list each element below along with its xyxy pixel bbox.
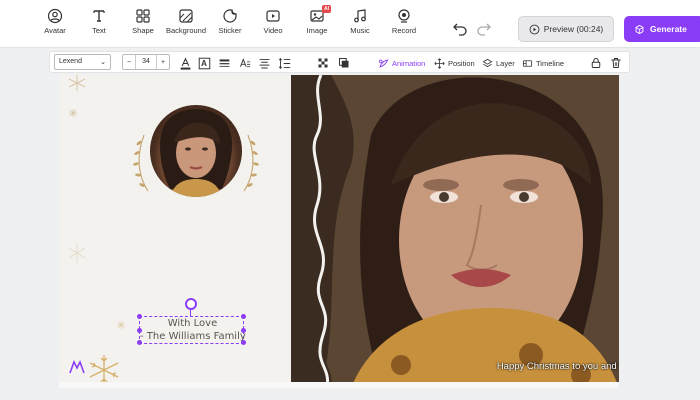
tool-shape-label: Shape xyxy=(132,26,154,35)
text-style-button[interactable]: A xyxy=(197,56,211,70)
format-toolbar: Lexend ⌄ − 34 + A Animation Position Lay… xyxy=(49,51,630,73)
text-effect-button[interactable] xyxy=(237,56,251,70)
subtitle-caption[interactable]: Happy Christmas to you and yours! xyxy=(493,361,619,372)
font-family-select[interactable]: Lexend ⌄ xyxy=(54,54,111,70)
generate-button[interactable]: Generate xyxy=(624,16,700,42)
lock-button[interactable] xyxy=(589,56,603,70)
text-color-button[interactable] xyxy=(178,56,192,70)
snowflake-faint-icon-2 xyxy=(117,321,125,329)
resize-handle-top-left[interactable] xyxy=(137,314,142,319)
timeline-button[interactable]: Timeline xyxy=(522,55,564,71)
laurel-right-icon xyxy=(243,134,259,192)
shape-icon xyxy=(136,9,150,23)
duplicate-icon xyxy=(339,58,349,68)
tool-video-label: Video xyxy=(263,26,283,35)
chevron-down-icon: ⌄ xyxy=(100,59,106,66)
timeline-icon xyxy=(522,59,533,67)
redo-icon[interactable] xyxy=(476,20,492,36)
font-family-value: Lexend xyxy=(59,58,82,65)
increase-size-button[interactable]: + xyxy=(157,59,169,66)
align-center-icon xyxy=(259,58,269,68)
text-style-letter: A xyxy=(201,58,207,68)
tool-sticker-label: Sticker xyxy=(218,26,242,35)
background-icon xyxy=(179,9,193,23)
snowflake-small-icon xyxy=(69,109,77,117)
font-size-stepper: − 34 + xyxy=(122,54,170,70)
delete-button[interactable] xyxy=(609,56,623,70)
move-icon xyxy=(434,57,445,69)
portrait-face-illustration xyxy=(160,109,233,197)
layer-label: Layer xyxy=(496,58,515,68)
position-label: Position xyxy=(448,58,475,68)
timeline-label: Timeline xyxy=(536,58,565,68)
text-line-with-love[interactable]: With Love xyxy=(140,318,245,329)
layers-icon xyxy=(482,58,493,67)
top-toolbar: Avatar Text Shape Background Sticker Vid… xyxy=(0,0,700,48)
preview-button[interactable]: Preview (00:24) xyxy=(518,16,614,42)
play-circle-icon xyxy=(529,24,540,34)
music-icon xyxy=(354,9,366,23)
animation-button[interactable]: Animation xyxy=(378,55,425,71)
circle-portrait-photo[interactable] xyxy=(150,105,242,197)
tool-record[interactable]: Record xyxy=(374,8,434,42)
text-align-button[interactable] xyxy=(257,56,271,70)
generate-icon xyxy=(635,24,644,34)
snowflake-faint-icon xyxy=(69,243,85,263)
resize-handle-middle-right[interactable] xyxy=(241,328,246,333)
trash-icon xyxy=(611,58,621,68)
spacing-button[interactable] xyxy=(277,56,291,70)
undo-icon[interactable] xyxy=(452,20,468,36)
tool-record-label: Record xyxy=(391,26,417,35)
text-line-family[interactable]: - The Williams Family xyxy=(140,331,246,342)
editor-canvas[interactable]: With Love - The Williams Family Happy Ch… xyxy=(59,75,619,388)
duplicate-button[interactable] xyxy=(337,56,351,70)
text-color-icon xyxy=(180,56,190,70)
animation-label: Animation xyxy=(392,58,426,68)
resize-handle-middle-left[interactable] xyxy=(137,328,142,333)
logo-icon xyxy=(69,360,85,374)
card-left-panel: With Love - The Williams Family xyxy=(59,75,291,388)
resize-handle-top-right[interactable] xyxy=(241,314,246,319)
layer-button[interactable]: Layer xyxy=(482,55,515,71)
resize-handle-bottom-left[interactable] xyxy=(137,340,142,345)
tool-image-label: Image xyxy=(306,26,328,35)
stroke-weight-icon xyxy=(219,58,229,67)
avatar-icon xyxy=(47,8,63,24)
tool-avatar-label: Avatar xyxy=(44,26,66,35)
preview-label: Preview (00:24) xyxy=(543,24,604,34)
line-height-button[interactable] xyxy=(217,56,231,70)
generate-label: Generate xyxy=(650,24,687,34)
animation-icon xyxy=(378,58,389,68)
text-effect-icon xyxy=(239,57,250,67)
text-icon xyxy=(93,10,105,22)
tool-music-label: Music xyxy=(350,26,370,35)
tool-text-label: Text xyxy=(92,26,106,35)
transparency-button[interactable] xyxy=(316,56,330,70)
large-portrait-photo[interactable]: Happy Christmas to you and yours! xyxy=(291,75,619,388)
line-spacing-icon xyxy=(278,57,290,69)
record-icon xyxy=(398,9,410,23)
snowflake-decoration-icon xyxy=(68,75,86,91)
selected-text-box[interactable]: With Love - The Williams Family xyxy=(137,314,246,345)
transparency-icon xyxy=(318,58,328,68)
video-icon xyxy=(266,10,280,22)
font-size-input[interactable]: 34 xyxy=(135,55,157,69)
resize-handle-bottom-right[interactable] xyxy=(241,340,246,345)
lock-icon xyxy=(591,58,601,68)
position-button[interactable]: Position xyxy=(434,55,475,71)
decrease-size-button[interactable]: − xyxy=(123,59,135,66)
rotate-handle[interactable] xyxy=(185,298,197,310)
sticker-icon xyxy=(223,9,237,23)
canvas-bottom-strip xyxy=(59,382,619,388)
portrait-face-illustration-large xyxy=(291,75,619,388)
